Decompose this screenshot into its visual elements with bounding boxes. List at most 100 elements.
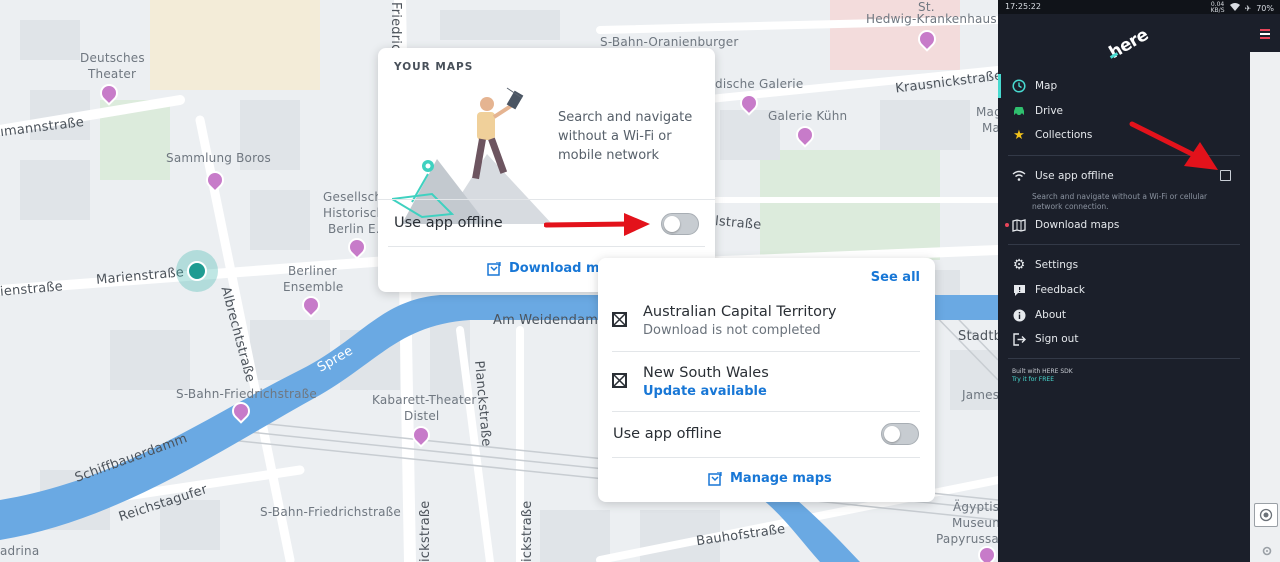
map-label: Deutsches — [80, 51, 145, 65]
see-all-link[interactable]: See all — [871, 270, 920, 285]
nav-item-feedback[interactable]: Feedback — [1012, 283, 1085, 297]
use-offline-label: Use app offline — [613, 426, 722, 442]
map-label: adrina — [0, 544, 40, 558]
nav-sign-out-label: Sign out — [1035, 333, 1079, 345]
map-download-icon — [1012, 218, 1026, 232]
wifi-status-icon — [1229, 3, 1240, 13]
poi-marker-icon[interactable] — [344, 234, 370, 260]
nav-collections-label: Collections — [1035, 129, 1093, 141]
poi-marker-icon[interactable] — [736, 90, 762, 116]
poi-marker-icon[interactable] — [202, 167, 228, 193]
map-label: Theater — [88, 67, 137, 81]
region-map-icon — [612, 312, 627, 327]
nav-item-map[interactable]: Map — [1012, 79, 1057, 93]
map-label: Distel — [404, 409, 440, 423]
region-item[interactable]: Australian Capital Territory Download is… — [612, 290, 920, 350]
map-label: Friedric — [388, 2, 403, 52]
poi-marker-icon[interactable] — [792, 122, 818, 148]
use-offline-toggle[interactable] — [881, 423, 919, 445]
map-label: S-Bahn-Friedrichstraße — [176, 387, 317, 401]
map-label: Mag — [976, 105, 998, 119]
poi-marker-icon[interactable] — [914, 26, 940, 52]
map-label: Berliner — [288, 264, 337, 278]
map-label: Papyrussa — [936, 532, 998, 546]
offline-description: Search and navigate without a Wi-Fi or c… — [1032, 192, 1208, 211]
nav-item-about[interactable]: About — [1012, 308, 1066, 322]
here-logo: here — [1106, 25, 1152, 63]
divider — [612, 457, 920, 458]
map-label: James — [962, 388, 998, 402]
nav-item-collections[interactable]: ★ Collections — [1012, 127, 1093, 143]
your-maps-card: YOUR MAPS Search and navigate without a … — [378, 48, 715, 292]
use-offline-toggle[interactable] — [661, 213, 699, 235]
poi-marker-icon[interactable] — [298, 292, 324, 318]
divider — [1008, 244, 1240, 245]
map-label: Gesellsch — [323, 190, 383, 204]
map-label: Museum — [952, 516, 998, 530]
notification-dot — [1005, 223, 1009, 227]
your-maps-heading: YOUR MAPS — [394, 61, 474, 73]
network-speed: 0.04 KB/S — [1211, 2, 1225, 14]
network-speed-unit: KB/S — [1210, 7, 1225, 14]
map-label: Ma — [982, 121, 998, 135]
small-settings-button[interactable] — [1262, 541, 1272, 556]
menu-icon — [1260, 29, 1270, 41]
active-indicator — [998, 74, 1001, 98]
nav-use-offline-label: Use app offline — [1035, 170, 1114, 182]
region-item[interactable]: New South Wales Update available — [612, 351, 920, 411]
nav-item-use-offline[interactable]: Use app offline — [1012, 169, 1114, 183]
nav-download-maps-label: Download maps — [1035, 219, 1120, 231]
try-free-link[interactable]: Try it for FREE — [1012, 376, 1073, 384]
nav-item-sign-out[interactable]: Sign out — [1012, 332, 1078, 346]
map-download-icon — [487, 261, 501, 276]
nav-settings-label: Settings — [1035, 259, 1079, 271]
region-name: New South Wales — [643, 365, 769, 381]
nav-item-settings[interactable]: ⚙ Settings — [1012, 257, 1079, 273]
info-icon — [1012, 308, 1026, 322]
map-label: S-Bahn-Friedrichstraße — [260, 505, 401, 519]
nav-about-label: About — [1035, 309, 1067, 321]
nav-item-download-maps[interactable]: Download maps — [1012, 218, 1119, 232]
poi-marker-icon[interactable] — [408, 422, 434, 448]
map-label: Stadtb — [958, 329, 998, 344]
divider — [1008, 358, 1240, 359]
star-icon: ★ — [1013, 127, 1025, 143]
region-update-link[interactable]: Update available — [643, 384, 767, 399]
map-label: Galerie Kühn — [768, 109, 848, 123]
poi-marker-icon[interactable] — [974, 542, 998, 562]
region-map-icon — [612, 373, 627, 388]
nav-item-drive[interactable]: Drive — [1012, 104, 1063, 118]
divider — [612, 411, 920, 412]
annotation-arrow — [1129, 121, 1218, 170]
battery-level: 70% — [1256, 3, 1274, 13]
airplane-icon: ✈ — [1244, 3, 1252, 13]
annotation-arrow — [544, 213, 650, 236]
gear-icon: ⚙ — [1012, 257, 1026, 273]
built-with-text: Built with HERE SDK — [1012, 368, 1073, 375]
divider — [388, 246, 705, 247]
feedback-icon — [1012, 283, 1026, 297]
built-with-here: Built with HERE SDK Try it for FREE — [1012, 368, 1073, 384]
map-label: dische Galerie — [715, 77, 804, 91]
map-label: ickstraße — [520, 500, 535, 562]
car-icon — [1012, 104, 1026, 118]
offline-description: Search and navigate without a Wi-Fi or m… — [558, 110, 693, 163]
manage-maps-link[interactable]: Manage maps — [708, 471, 832, 486]
downloaded-regions-card: See all Australian Capital Territory Dow… — [598, 258, 935, 502]
status-time: 17:25:22 — [1005, 2, 1041, 11]
offline-illustration — [392, 87, 552, 224]
menu-button[interactable] — [1250, 14, 1280, 52]
map-label: Sammlung Boros — [166, 151, 271, 165]
wifi-icon — [1012, 169, 1026, 183]
region-status: Download is not completed — [643, 323, 821, 338]
map-label: Ägyptis — [953, 500, 998, 514]
status-bar: 17:25:22 0.04 KB/S ✈ 70% — [998, 0, 1280, 14]
poi-marker-icon[interactable] — [96, 80, 122, 106]
divider — [378, 199, 715, 200]
region-name: Australian Capital Territory — [643, 304, 837, 320]
map-label: S-Bahn-Oranienburger — [600, 35, 739, 49]
recenter-button[interactable] — [1254, 503, 1278, 527]
use-offline-label: Use app offline — [394, 215, 503, 231]
poi-marker-icon[interactable] — [228, 398, 254, 424]
map-label: Historisch — [323, 206, 385, 220]
